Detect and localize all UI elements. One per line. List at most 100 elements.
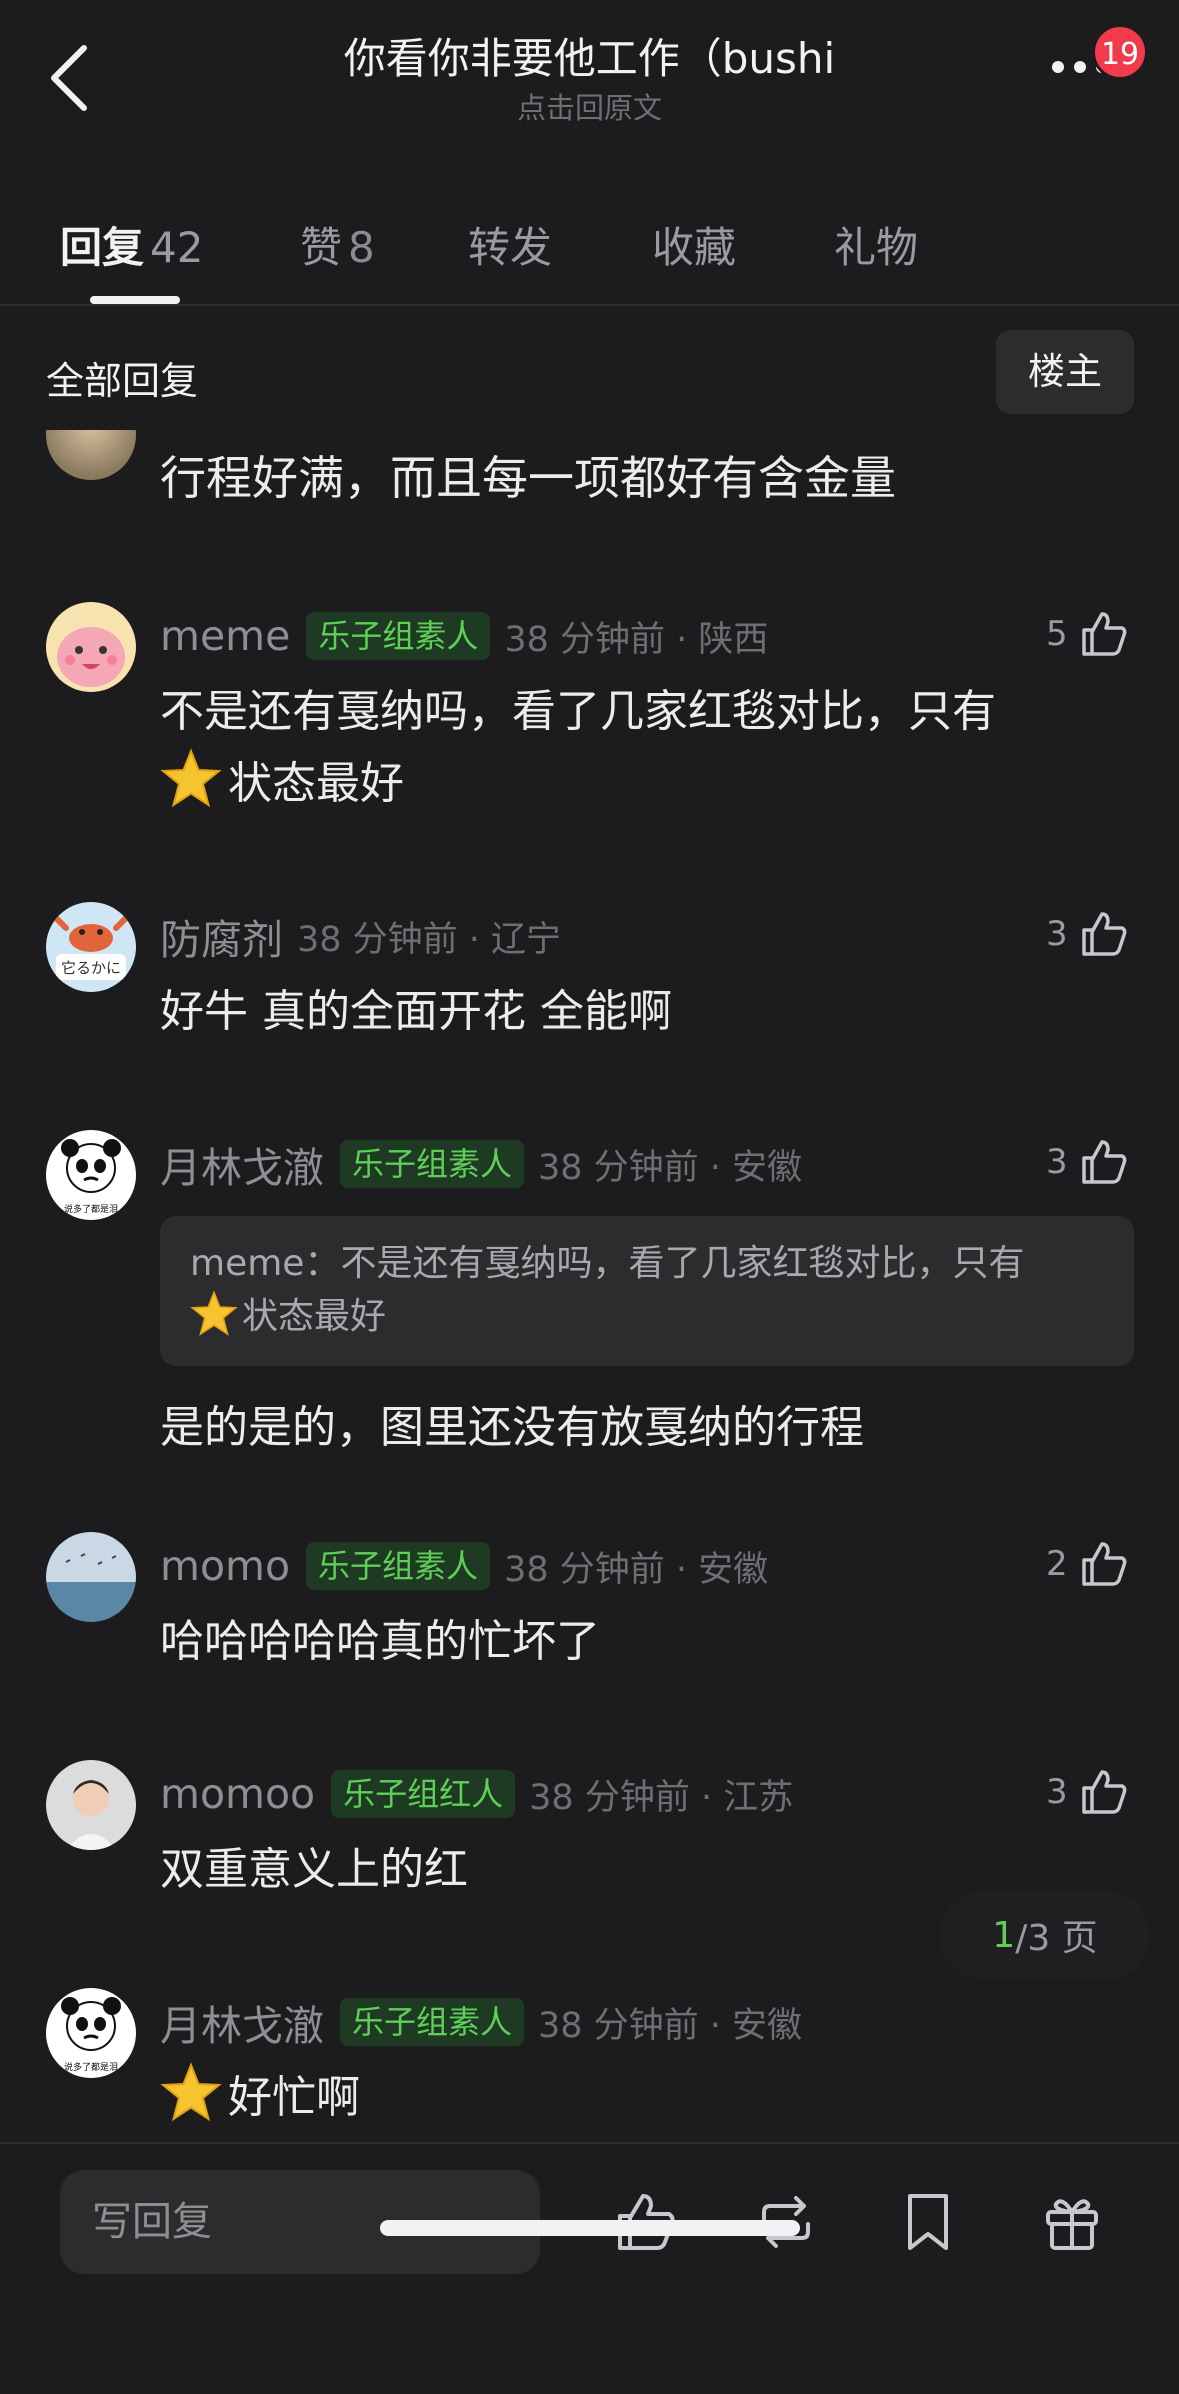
active-tab-indicator (90, 296, 180, 304)
comment-line: 不是还有戛纳吗，看了几家红毯对比，只有 (160, 686, 996, 737)
quote-text: 状态最好 (242, 1296, 387, 1337)
thumbs-up-icon (1081, 912, 1127, 956)
comment-text: 好牛 真的全面开花 全能啊 (160, 986, 672, 1037)
more-dots-icon (1052, 61, 1064, 73)
star-emoji-icon (190, 1290, 238, 1336)
comment-meta: 月林戈澈 乐子组素人 38 分钟前 · 安徽 (160, 1992, 802, 2052)
user-tag-badge: 乐子组素人 (306, 612, 491, 660)
total-pages: /3 页 (1015, 1918, 1098, 1959)
tab-label: 礼物 (834, 223, 919, 272)
user-tag-badge: 乐子组素人 (306, 1542, 491, 1590)
page-indicator[interactable]: 1/3 页 (940, 1890, 1150, 1980)
timestamp-location: 38 分钟前 · 江苏 (529, 1777, 794, 1818)
nickname[interactable]: momo (160, 1542, 290, 1590)
like-count: 5 (1046, 614, 1068, 654)
tab-label: 收藏 (652, 223, 737, 272)
comment-meta: 月林戈澈 乐子组素人 38 分钟前 · 安徽 (160, 1134, 802, 1194)
post-title-area[interactable]: 你看你非要他工作（bushi 点击回原文 (200, 28, 979, 126)
avatar[interactable] (46, 1532, 136, 1622)
like-button[interactable]: 3 (1046, 1760, 1130, 1824)
avatar[interactable] (46, 602, 136, 692)
avatar-caption: 说多了都是泪 (64, 1203, 118, 1215)
current-page: 1 (992, 1914, 1016, 1956)
gift-button[interactable] (1040, 2190, 1104, 2254)
nickname[interactable]: 月林戈澈 (160, 1134, 324, 1194)
avatar[interactable]: 说多了都是泪 (46, 1130, 136, 1220)
back-to-post-link[interactable]: 点击回原文 (200, 90, 979, 126)
avatar[interactable] (46, 430, 136, 480)
comment-text: 好忙啊 (160, 2062, 1080, 2134)
thumbs-up-icon (1081, 612, 1127, 656)
filter-row: 全部回复 楼主 (0, 320, 1179, 430)
crab-avatar-icon: 它るかに (46, 902, 136, 992)
chevron-left-icon (51, 45, 87, 111)
gift-icon (1046, 2199, 1098, 2250)
tab-replies[interactable]: 回复 42 (60, 214, 203, 275)
comment-text: 是的是的，图里还没有放戛纳的行程 (160, 1402, 864, 1453)
timestamp-location: 38 分钟前 · 辽宁 (297, 919, 562, 960)
home-indicator[interactable] (380, 2220, 800, 2236)
person-photo-avatar-icon (46, 1760, 136, 1850)
like-count: 3 (1046, 914, 1068, 954)
timestamp-location: 38 分钟前 · 安徽 (538, 1147, 803, 1188)
tab-label: 转发 (468, 223, 553, 272)
user-tag-badge: 乐子组素人 (340, 1998, 525, 2046)
avatar-caption: 说多了都是泪 (64, 2061, 118, 2073)
timestamp-location: 38 分钟前 · 陕西 (504, 619, 769, 660)
comment-text: 行程好满，而且每一项都好有含金量 (160, 451, 896, 505)
comment-meta: 防腐剂 38 分钟前 · 辽宁 (160, 906, 561, 966)
like-button[interactable]: 3 (1046, 902, 1130, 966)
post-title: 你看你非要他工作（bushi (343, 34, 836, 83)
user-tag-badge: 乐子组红人 (331, 1770, 516, 1818)
back-button[interactable] (44, 40, 94, 116)
quote-line: 状态最好 (190, 1290, 1104, 1343)
quote-author: meme： (190, 1243, 341, 1284)
tab-reposts[interactable]: 转发 (468, 214, 552, 275)
tab-bar: 回复 42 赞8 转发 收藏 礼物 (0, 200, 1179, 306)
avatar[interactable] (46, 1760, 136, 1850)
nickname[interactable]: 月林戈澈 (160, 1992, 324, 2052)
comment-text: 哈哈哈哈哈真的忙坏了 (160, 1616, 600, 1667)
bookmark-icon (908, 2194, 948, 2250)
pink-character-avatar-icon (46, 602, 136, 692)
comment-line-text: 好忙啊 (228, 2072, 360, 2123)
all-replies-filter[interactable]: 全部回复 (46, 350, 198, 405)
comment-meta: momo 乐子组素人 38 分钟前 · 安徽 (160, 1536, 768, 1596)
tab-likes[interactable]: 赞8 (300, 214, 375, 275)
quote-line: meme：不是还有戛纳吗，看了几家红毯对比，只有 (190, 1238, 1104, 1290)
like-count: 3 (1046, 1772, 1068, 1812)
tab-favorites[interactable]: 收藏 (652, 214, 736, 275)
comment-line: 状态最好 (160, 748, 1080, 820)
quoted-reply[interactable]: meme：不是还有戛纳吗，看了几家红毯对比，只有 状态最好 (160, 1216, 1134, 1366)
op-only-button[interactable]: 楼主 (996, 330, 1134, 414)
tab-label: 赞 (300, 223, 343, 272)
sea-photo-avatar-icon (46, 1532, 136, 1622)
comment-line-text: 状态最好 (228, 758, 404, 809)
comment-meta: meme 乐子组素人 38 分钟前 · 陕西 (160, 606, 768, 666)
avatar[interactable]: 说多了都是泪 (46, 1988, 136, 2078)
nickname[interactable]: meme (160, 612, 290, 660)
nickname[interactable]: momoo (160, 1770, 315, 1818)
like-button[interactable]: 3 (1046, 1130, 1130, 1194)
comment-meta: momoo 乐子组红人 38 分钟前 · 江苏 (160, 1764, 793, 1824)
avatar-caption: 它るかに (61, 959, 121, 977)
comment-text: 双重意义上的红 (160, 1844, 468, 1895)
panda-meme-avatar-icon: 说多了都是泪 (46, 1130, 136, 1220)
tab-gifts[interactable]: 礼物 (834, 214, 918, 275)
like-button[interactable]: 2 (1046, 1532, 1130, 1596)
more-dot (1074, 61, 1086, 73)
tab-count: 8 (348, 223, 375, 272)
panda-meme-avatar-icon: 说多了都是泪 (46, 1988, 136, 2078)
star-emoji-icon (160, 2062, 222, 2122)
like-count: 2 (1046, 1544, 1068, 1584)
quote-text: 不是还有戛纳吗，看了几家红毯对比，只有 (340, 1243, 1025, 1284)
avatar[interactable]: 它るかに (46, 902, 136, 992)
bottom-action-bar: 写回复 (0, 2142, 1179, 2394)
timestamp-location: 38 分钟前 · 安徽 (538, 2005, 803, 2046)
comment-list[interactable]: 行程好满，而且每一项都好有含金量 meme 乐子组素人 38 分钟前 · 陕西 … (0, 430, 1179, 2142)
nickname[interactable]: 防腐剂 (160, 906, 283, 966)
bookmark-button[interactable] (896, 2190, 960, 2254)
like-count: 3 (1046, 1142, 1068, 1182)
like-button[interactable]: 5 (1046, 602, 1130, 666)
thumbs-up-icon (1081, 1140, 1127, 1184)
